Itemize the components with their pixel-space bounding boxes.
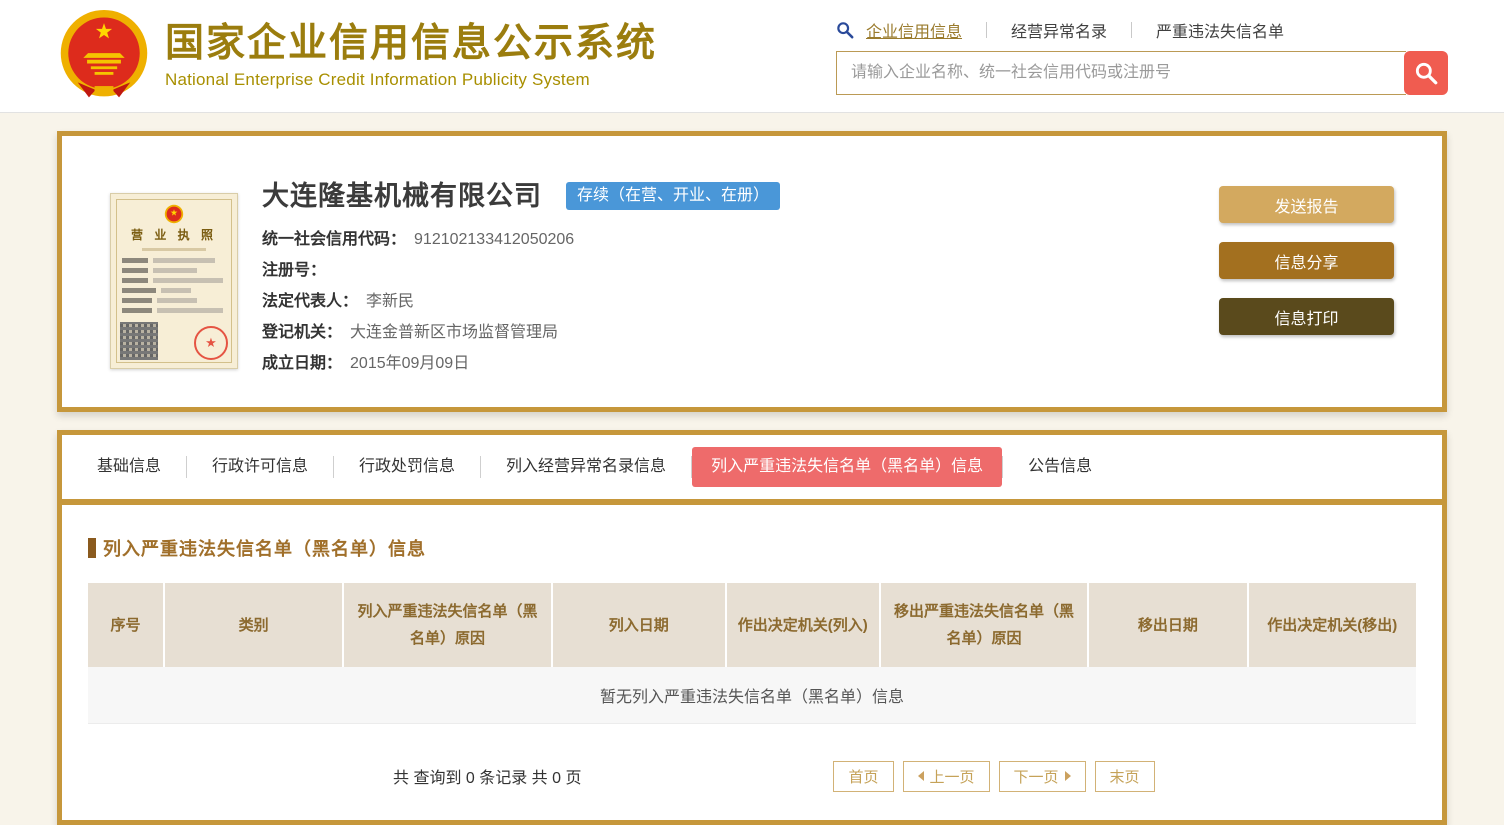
license-title: 营 业 执 照 bbox=[120, 226, 228, 243]
search-icon bbox=[1413, 60, 1439, 86]
col-inclusion-date: 列入日期 bbox=[553, 583, 727, 667]
status-badge: 存续（在营、开业、在册） bbox=[566, 182, 780, 210]
col-inclusion-authority: 作出决定机关(列入) bbox=[727, 583, 881, 667]
record-count: 共 查询到 0 条记录 共 0 页 bbox=[393, 764, 581, 788]
col-category: 类别 bbox=[165, 583, 344, 667]
empty-state-row: 暂无列入严重违法失信名单（黑名单）信息 bbox=[88, 667, 1416, 724]
first-page-button[interactable]: 首页 bbox=[833, 761, 893, 792]
license-blur-line bbox=[122, 278, 226, 283]
next-page-button[interactable]: 下一页 bbox=[999, 761, 1086, 792]
qr-code bbox=[120, 322, 158, 360]
tab-abnormal-operations[interactable]: 列入经营异常名录信息 bbox=[481, 447, 691, 487]
company-name-row: 大连隆基机械有限公司 存续（在营、开业、在册） bbox=[262, 181, 780, 211]
field-registration-number: 注册号： bbox=[262, 255, 780, 286]
send-report-button[interactable]: 发送报告 bbox=[1219, 186, 1394, 223]
national-emblem-logo bbox=[57, 9, 151, 103]
company-summary-card: 营 业 执 照 ★ 大连隆基机械有限公司 存续（在营、开业、在册） 统一社会信用… bbox=[57, 131, 1447, 412]
table-footer: 共 查询到 0 条记录 共 0 页 首页 上一页 下一页 末页 bbox=[88, 760, 1416, 792]
company-info: 大连隆基机械有限公司 存续（在营、开业、在册） 统一社会信用代码：9121021… bbox=[262, 181, 780, 379]
table-header-row: 序号 类别 列入严重违法失信名单（黑名单）原因 列入日期 作出决定机关(列入) … bbox=[88, 583, 1416, 667]
tab-administrative-penalty[interactable]: 行政处罚信息 bbox=[334, 447, 480, 487]
section-head: 列入严重违法失信名单（黑名单）信息 bbox=[88, 535, 1416, 561]
field-credit-code: 统一社会信用代码：912102133412050206 bbox=[262, 224, 780, 255]
pagination: 首页 上一页 下一页 末页 bbox=[833, 761, 1163, 792]
brand-text: 国家企业信用信息公示系统 National Enterprise Credit … bbox=[165, 22, 657, 90]
nav-link-serious-violation[interactable]: 严重违法失信名单 bbox=[1154, 18, 1286, 42]
col-removal-reason: 移出严重违法失信名单（黑名单）原因 bbox=[881, 583, 1089, 667]
nav-divider bbox=[986, 22, 987, 38]
business-license-thumbnail: 营 业 执 照 ★ bbox=[110, 193, 238, 369]
search-bar bbox=[836, 51, 1448, 95]
site-title-cn: 国家企业信用信息公示系统 bbox=[165, 22, 657, 67]
license-blur-line bbox=[122, 288, 226, 293]
prev-arrow-icon bbox=[918, 771, 924, 781]
site-header: 国家企业信用信息公示系统 National Enterprise Credit … bbox=[0, 0, 1504, 113]
license-blur-line bbox=[122, 298, 226, 303]
brand: 国家企业信用信息公示系统 National Enterprise Credit … bbox=[57, 9, 657, 103]
field-legal-representative: 法定代表人：李新民 bbox=[262, 286, 780, 317]
col-inclusion-reason: 列入严重违法失信名单（黑名单）原因 bbox=[344, 583, 552, 667]
search-input[interactable] bbox=[836, 51, 1406, 95]
prev-page-button[interactable]: 上一页 bbox=[903, 761, 990, 792]
field-establishment-date: 成立日期：2015年09月09日 bbox=[262, 348, 780, 379]
section-title: 列入严重违法失信名单（黑名单）信息 bbox=[103, 535, 426, 561]
tab-serious-violation-blacklist[interactable]: 列入严重违法失信名单（黑名单）信息 bbox=[692, 447, 1002, 487]
site-title-en: National Enterprise Credit Information P… bbox=[165, 70, 657, 90]
license-blur-line bbox=[122, 308, 226, 313]
red-seal-icon: ★ bbox=[194, 326, 228, 360]
page-body: 营 业 执 照 ★ 大连隆基机械有限公司 存续（在营、开业、在册） 统一社会信用… bbox=[57, 131, 1447, 825]
tab-announcements[interactable]: 公告信息 bbox=[1003, 447, 1117, 487]
section-marker bbox=[88, 538, 96, 558]
next-arrow-icon bbox=[1065, 771, 1071, 781]
tab-bar: 基础信息 行政许可信息 行政处罚信息 列入经营异常名录信息 列入严重违法失信名单… bbox=[62, 435, 1442, 499]
license-blur-line bbox=[122, 258, 226, 263]
action-buttons: 发送报告 信息分享 信息打印 bbox=[1219, 186, 1394, 354]
blacklist-content: 列入严重违法失信名单（黑名单）信息 序号 类别 列入严重违法失信名单（黑名单）原… bbox=[62, 505, 1442, 820]
col-serial-number: 序号 bbox=[88, 583, 165, 667]
nav-divider bbox=[1131, 22, 1132, 38]
header-right: 企业信用信息 经营异常名录 严重违法失信名单 bbox=[836, 18, 1448, 95]
field-registration-authority: 登记机关：大连金普新区市场监督管理局 bbox=[262, 317, 780, 348]
empty-state-message: 暂无列入严重违法失信名单（黑名单）信息 bbox=[88, 667, 1416, 724]
national-emblem-icon bbox=[164, 204, 184, 224]
col-removal-authority: 作出决定机关(移出) bbox=[1249, 583, 1416, 667]
license-bottom: ★ bbox=[120, 322, 228, 360]
detail-card: 基础信息 行政许可信息 行政处罚信息 列入经营异常名录信息 列入严重违法失信名单… bbox=[57, 430, 1447, 825]
company-fields: 统一社会信用代码：912102133412050206 注册号： 法定代表人：李… bbox=[262, 224, 780, 379]
tab-administrative-license[interactable]: 行政许可信息 bbox=[187, 447, 333, 487]
quick-nav: 企业信用信息 经营异常名录 严重违法失信名单 bbox=[836, 18, 1448, 42]
nav-link-enterprise-credit[interactable]: 企业信用信息 bbox=[864, 18, 964, 42]
col-removal-date: 移出日期 bbox=[1089, 583, 1248, 667]
tab-basic-info[interactable]: 基础信息 bbox=[72, 447, 186, 487]
license-blur-line bbox=[122, 268, 226, 273]
search-button[interactable] bbox=[1404, 51, 1448, 95]
last-page-button[interactable]: 末页 bbox=[1095, 761, 1155, 792]
company-name: 大连隆基机械有限公司 bbox=[262, 181, 542, 211]
print-info-button[interactable]: 信息打印 bbox=[1219, 298, 1394, 335]
license-subtitle-blur bbox=[142, 248, 206, 251]
share-info-button[interactable]: 信息分享 bbox=[1219, 242, 1394, 279]
blacklist-table: 序号 类别 列入严重违法失信名单（黑名单）原因 列入日期 作出决定机关(列入) … bbox=[88, 583, 1416, 724]
search-icon bbox=[836, 21, 854, 39]
nav-link-abnormal-operations[interactable]: 经营异常名录 bbox=[1009, 18, 1109, 42]
